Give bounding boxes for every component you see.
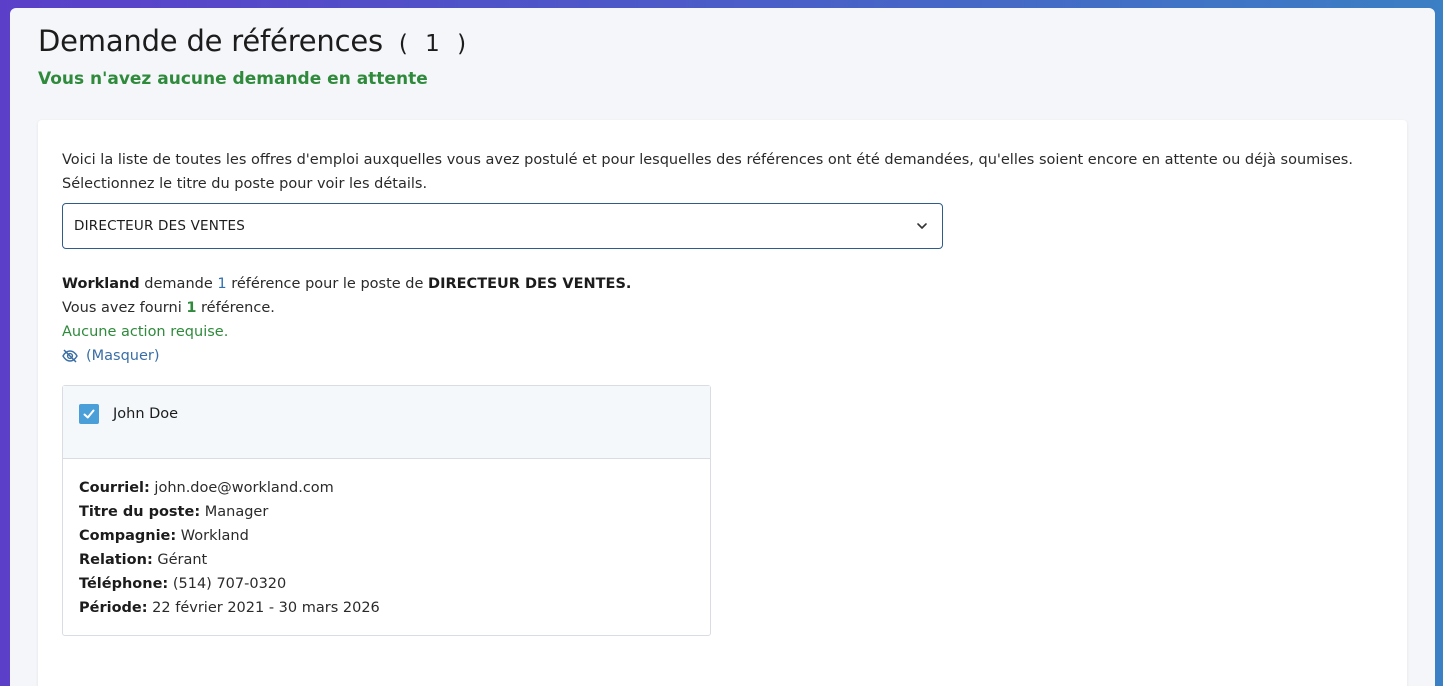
requested-count: 1	[217, 276, 227, 292]
references-card: Voici la liste de toutes les offres d'em…	[38, 120, 1407, 686]
field-value: Gérant	[152, 552, 208, 568]
reference-checkbox[interactable]	[79, 404, 99, 424]
request-summary: Workland demande 1 référence pour le pos…	[62, 272, 631, 296]
page-title: Demande de références	[38, 24, 383, 58]
action-status: Aucune action requise.	[62, 324, 229, 340]
summary-text-reference: référence pour le poste de	[226, 276, 429, 292]
job-select-value: DIRECTEUR DES VENTES	[74, 218, 246, 234]
request-count: ( 1 )	[398, 31, 472, 57]
pending-status-message: Vous n'avez aucune demande en attente	[38, 69, 428, 89]
intro-line-2: Sélectionnez le titre du poste pour voir…	[62, 176, 428, 192]
reference-details: Courriel: john.doe@workland.com Titre du…	[63, 459, 710, 637]
reference-field-relation: Relation: Gérant	[79, 548, 694, 572]
field-label: Période:	[79, 600, 148, 616]
intro-line-1: Voici la liste de toutes les offres d'em…	[62, 152, 1353, 168]
reference-card: John Doe Courriel: john.doe@workland.com…	[62, 385, 711, 636]
summary-job-title: DIRECTEUR DES VENTES.	[428, 276, 632, 292]
hide-label: (Masquer)	[86, 348, 160, 364]
checkmark-icon	[83, 409, 95, 419]
chevron-down-icon	[917, 223, 927, 229]
summary-text-demande: demande	[139, 276, 218, 292]
provided-prefix: Vous avez fourni	[62, 300, 187, 316]
field-value: 22 février 2021 - 30 mars 2026	[147, 600, 380, 616]
field-label: Courriel:	[79, 480, 150, 496]
field-label: Compagnie:	[79, 528, 177, 544]
reference-field-job-title: Titre du poste: Manager	[79, 500, 694, 524]
reference-field-email: Courriel: john.doe@workland.com	[79, 476, 694, 500]
eye-off-icon	[62, 349, 78, 363]
request-info: Workland demande 1 référence pour le pos…	[62, 272, 631, 368]
reference-field-period: Période: 22 février 2021 - 30 mars 2026	[79, 596, 694, 620]
page-container: Demande de références ( 1 ) Vous n'avez …	[10, 8, 1435, 686]
field-value: Workland	[176, 528, 249, 544]
provided-summary: Vous avez fourni 1 référence.	[62, 296, 631, 320]
field-label: Téléphone:	[79, 576, 169, 592]
field-label: Titre du poste:	[79, 504, 201, 520]
intro-text: Voici la liste de toutes les offres d'em…	[62, 148, 1382, 196]
reference-field-phone: Téléphone: (514) 707-0320	[79, 572, 694, 596]
hide-toggle[interactable]: (Masquer)	[62, 344, 631, 368]
provided-suffix: référence.	[196, 300, 275, 316]
field-value: Manager	[200, 504, 269, 520]
reference-field-company: Compagnie: Workland	[79, 524, 694, 548]
company-name: Workland	[62, 276, 140, 292]
field-value: john.doe@workland.com	[149, 480, 334, 496]
provided-count: 1	[186, 300, 197, 316]
page-title-row: Demande de références ( 1 )	[38, 24, 471, 58]
reference-header: John Doe	[63, 386, 710, 459]
reference-name: John Doe	[113, 406, 179, 422]
field-label: Relation:	[79, 552, 153, 568]
field-value: (514) 707-0320	[168, 576, 287, 592]
job-title-select[interactable]: DIRECTEUR DES VENTES	[62, 203, 943, 249]
